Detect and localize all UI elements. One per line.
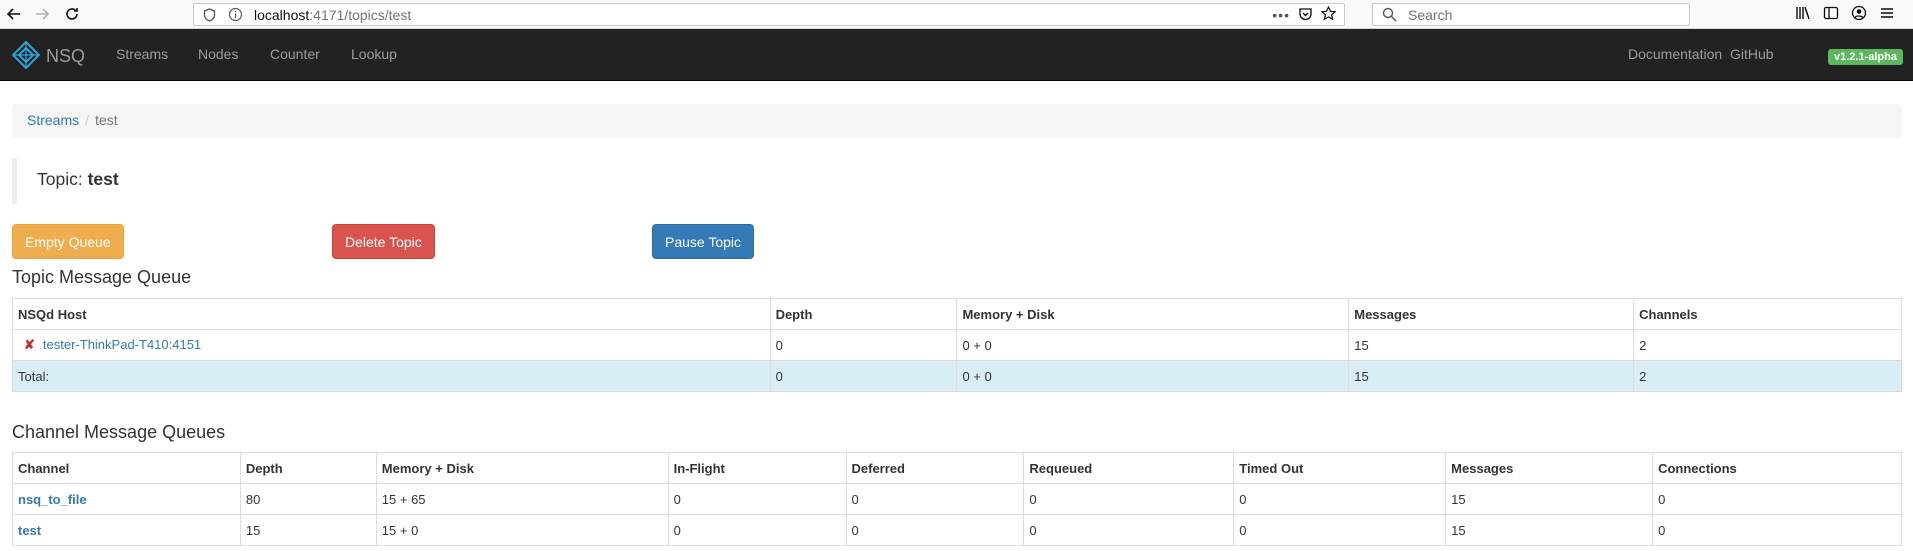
nav-lookup[interactable]: Lookup (351, 46, 397, 62)
search-placeholder: Search (1408, 7, 1453, 23)
url-text[interactable]: localhost:4171/topics/test (254, 7, 411, 23)
topic-queue-heading: Topic Message Queue (12, 267, 192, 287)
channel-queues-table: Channel Depth Memory + Disk In-Flight De… (12, 452, 1902, 546)
more-actions-icon[interactable]: ••• (1272, 7, 1290, 23)
host-link[interactable]: tester-ThinkPad-T410:4151 (43, 337, 201, 352)
requeued-cell: 0 (1023, 514, 1235, 546)
topic-label: Topic: (37, 169, 83, 189)
total-label: Total: (12, 360, 771, 392)
channel-cell: nsq_to_file (12, 483, 241, 515)
channels-cell: 2 (1633, 329, 1902, 361)
pause-topic-button[interactable]: Pause Topic (652, 224, 755, 259)
column-header: Requeued (1023, 452, 1235, 484)
deferred-cell: 0 (845, 514, 1025, 546)
brand[interactable]: NSQ (11, 40, 86, 72)
timed-out-cell: 0 (1233, 514, 1447, 546)
column-header: Messages (1348, 298, 1635, 330)
in-flight-cell: 0 (667, 514, 847, 546)
column-header: Channels (1633, 298, 1902, 330)
channel-queues-heading: Channel Message Queues (12, 422, 226, 442)
breadcrumb-current: test (95, 112, 118, 128)
browser-toolbar: localhost:4171/topics/test ••• Search (0, 0, 1913, 29)
pocket-icon[interactable] (1298, 7, 1313, 24)
column-header: Connections (1652, 452, 1902, 484)
nav-counter[interactable]: Counter (270, 46, 320, 62)
topic-name: test (87, 169, 119, 189)
tombstone-x-icon[interactable]: ✘ (24, 337, 35, 352)
total-memory-disk: 0 + 0 (956, 360, 1350, 392)
bookmark-star-icon[interactable] (1320, 5, 1337, 24)
brand-name: NSQ (46, 46, 86, 66)
total-row: Total: 0 0 + 0 15 2 (12, 360, 1902, 392)
breadcrumb-streams[interactable]: Streams (27, 112, 79, 128)
column-header: Timed Out (1233, 452, 1447, 484)
library-icon[interactable] (1795, 5, 1811, 24)
column-header: Memory + Disk (375, 452, 669, 484)
depth-cell: 15 (239, 514, 377, 546)
url-host: localhost (254, 7, 310, 23)
timed-out-cell: 0 (1233, 483, 1447, 515)
total-depth: 0 (769, 360, 958, 392)
column-header: Depth (769, 298, 958, 330)
memory-disk-cell: 15 + 65 (375, 483, 669, 515)
nsq-logo-icon (11, 40, 41, 72)
url-bar[interactable]: localhost:4171/topics/test ••• (193, 3, 1345, 26)
memory-disk-cell: 15 + 0 (375, 514, 669, 546)
depth-cell: 0 (769, 329, 958, 361)
shield-icon[interactable] (203, 8, 216, 25)
page-title: Topic: test (12, 158, 1902, 204)
table-row: nsq_to_file 80 15 + 65 0 0 0 0 15 0 (12, 483, 1902, 515)
column-header: Memory + Disk (956, 298, 1350, 330)
nav-github[interactable]: GitHub (1730, 46, 1774, 62)
channel-link[interactable]: test (18, 523, 41, 538)
app-navbar: NSQ Streams Nodes Counter Lookup Documen… (0, 29, 1913, 81)
column-header: Messages (1445, 452, 1654, 484)
in-flight-cell: 0 (667, 483, 847, 515)
breadcrumb: Streams / test (12, 104, 1902, 138)
table-row: test 15 15 + 0 0 0 0 0 15 0 (12, 514, 1902, 546)
forward-arrow-icon[interactable] (30, 2, 54, 26)
search-icon (1382, 7, 1397, 25)
messages-cell: 15 (1348, 329, 1635, 361)
sidebar-icon[interactable] (1823, 5, 1839, 24)
memory-disk-cell: 0 + 0 (956, 329, 1350, 361)
account-icon[interactable] (1851, 5, 1867, 24)
empty-queue-button[interactable]: Empty Queue (12, 224, 124, 259)
search-bar[interactable]: Search (1372, 3, 1690, 26)
requeued-cell: 0 (1023, 483, 1235, 515)
column-header: In-Flight (667, 452, 847, 484)
messages-cell: 15 (1445, 483, 1654, 515)
deferred-cell: 0 (845, 483, 1025, 515)
topic-queue-table: NSQd Host Depth Memory + Disk Messages C… (12, 298, 1902, 392)
column-header: Depth (239, 452, 377, 484)
table-row: ✘ tester-ThinkPad-T410:4151 0 0 + 0 15 2 (12, 329, 1902, 361)
channel-link[interactable]: nsq_to_file (18, 492, 87, 507)
table-header-row: Channel Depth Memory + Disk In-Flight De… (12, 452, 1902, 484)
nav-streams[interactable]: Streams (116, 46, 168, 62)
menu-icon[interactable] (1879, 5, 1895, 24)
nav-documentation[interactable]: Documentation (1628, 46, 1722, 62)
total-messages: 15 (1348, 360, 1635, 392)
back-arrow-icon[interactable] (2, 2, 26, 26)
connections-cell: 0 (1652, 514, 1902, 546)
channel-cell: test (12, 514, 241, 546)
table-header-row: NSQd Host Depth Memory + Disk Messages C… (12, 298, 1902, 330)
column-header: NSQd Host (12, 298, 771, 330)
delete-topic-button[interactable]: Delete Topic (332, 224, 435, 259)
url-path: :4171/topics/test (309, 7, 412, 23)
total-channels: 2 (1633, 360, 1902, 392)
version-badge: v1.2.1-alpha (1828, 49, 1903, 65)
breadcrumb-separator: / (85, 112, 90, 128)
column-header: Channel (12, 452, 241, 484)
host-cell: ✘ tester-ThinkPad-T410:4151 (12, 329, 771, 361)
connections-cell: 0 (1652, 483, 1902, 515)
column-header: Deferred (845, 452, 1025, 484)
depth-cell: 80 (239, 483, 377, 515)
nav-nodes[interactable]: Nodes (198, 46, 238, 62)
messages-cell: 15 (1445, 514, 1654, 546)
reload-icon[interactable] (60, 2, 84, 26)
info-icon[interactable] (228, 7, 243, 25)
